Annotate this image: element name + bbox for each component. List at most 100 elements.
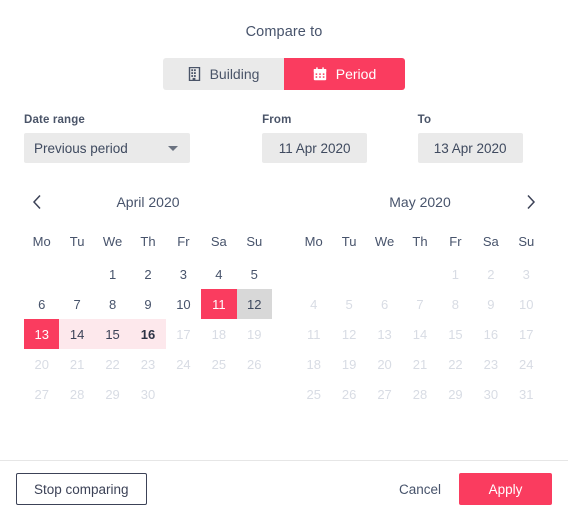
day-cell[interactable]: 9 [130, 289, 165, 319]
weekday-sa: Sa [482, 234, 499, 249]
day-cell[interactable]: 14 [59, 319, 95, 349]
day-cell-number: 30 [483, 386, 499, 402]
day-cell-number: 2 [144, 266, 152, 282]
day-cell-number: 20 [34, 356, 49, 372]
day-cell: 12 [331, 319, 366, 349]
next-month-button[interactable] [518, 189, 544, 215]
weekday-su: Su [246, 234, 263, 249]
day-cell[interactable]: 8 [95, 289, 130, 319]
day-cell-number: 14 [69, 326, 85, 342]
day-cell: 29 [438, 379, 473, 409]
calendar-left-days: 1 2 3 4 5 6 7 8 9 10 11 12 13 14 15 16 17 18 19 20 21 22 23 24 2… [12, 259, 284, 409]
compare-mode-toggle-group: Building Period [0, 58, 568, 90]
calendars: April 2020 Mo Tu We Th Fr Sa Su 1 2 3 4 5 6 7 8 9 10 11 1… [0, 185, 568, 460]
chevron-right-icon [527, 194, 536, 210]
date-range-field: Date range Previous period [24, 114, 262, 163]
building-icon [188, 66, 201, 82]
day-cell: 20 [367, 349, 402, 379]
toggle-option-building-label: Building [209, 66, 260, 82]
day-cell-number: 4 [215, 266, 223, 282]
day-cell: 28 [59, 379, 94, 409]
day-cell: 23 [130, 349, 165, 379]
from-field: From 11 Apr 2020 [262, 114, 418, 163]
day-cell[interactable]: 13 [24, 319, 60, 349]
day-cell-number: 5 [345, 296, 353, 312]
day-cell-number: 26 [247, 356, 262, 372]
day-cell[interactable]: 6 [24, 289, 59, 319]
day-cell[interactable]: 11 [201, 289, 237, 319]
day-cell-number: 17 [519, 326, 534, 342]
day-cell-number: 7 [416, 296, 424, 312]
day-cell-number: 25 [211, 356, 227, 372]
day-cell[interactable]: 16 [130, 319, 166, 349]
day-cell: 9 [473, 289, 508, 319]
date-range-select[interactable]: Previous period [24, 133, 190, 163]
from-input[interactable]: 11 Apr 2020 [262, 133, 368, 163]
weekday-tu: Tu [341, 234, 357, 249]
day-cell: 26 [237, 349, 272, 379]
day-cell: 6 [367, 289, 402, 319]
day-cell: 15 [438, 319, 473, 349]
toggle-option-building[interactable]: Building [163, 58, 284, 90]
page-title: Compare to [245, 24, 323, 40]
stop-comparing-button[interactable]: Stop comparing [16, 473, 147, 505]
to-input[interactable]: 13 Apr 2020 [417, 133, 523, 163]
cancel-button[interactable]: Cancel [381, 473, 459, 505]
day-cell[interactable]: 7 [59, 289, 94, 319]
calendar-left-header: April 2020 [12, 185, 284, 219]
day-cell: 17 [166, 319, 201, 349]
weekday-mo: Mo [32, 234, 51, 249]
day-cell[interactable]: 1 [95, 259, 130, 289]
day-cell: 18 [296, 349, 331, 379]
weekday-we: We [374, 234, 395, 249]
day-cell-number: 25 [306, 386, 321, 402]
calendar-left: April 2020 Mo Tu We Th Fr Sa Su 1 2 3 4 5 6 7 8 9 10 11 1… [12, 185, 284, 460]
day-cell: 16 [473, 319, 508, 349]
filter-fields: Date range Previous period From 11 Apr 2… [0, 114, 568, 163]
day-cell: 24 [166, 349, 201, 379]
day-cell: 17 [509, 319, 544, 349]
day-cell[interactable]: 5 [237, 259, 272, 289]
day-cell-number: 17 [176, 326, 191, 342]
day-cell-number: 20 [377, 356, 392, 372]
day-cell: 2 [473, 259, 508, 289]
apply-button[interactable]: Apply [459, 473, 552, 505]
day-cell-number: 23 [483, 356, 499, 372]
calendar-right: May 2020 Mo Tu We Th Fr Sa Su 1 2 3 4 5 6 7 8 9 10 11 12 1… [284, 185, 556, 460]
day-cell[interactable]: 10 [166, 289, 201, 319]
weekday-we: We [102, 234, 123, 249]
day-cell-number: 6 [38, 296, 46, 312]
day-cell-number: 14 [412, 326, 428, 342]
day-cell: 27 [24, 379, 59, 409]
calendar-icon [313, 67, 327, 81]
day-cell: 20 [24, 349, 59, 379]
day-cell-number: 27 [377, 386, 392, 402]
day-cell-number: 23 [140, 356, 156, 372]
dialog-footer: Stop comparing Cancel Apply [0, 460, 568, 517]
calendar-right-month: May 2020 [389, 194, 451, 210]
day-cell[interactable]: 12 [236, 289, 272, 319]
day-cell-number: 15 [448, 326, 463, 342]
day-cell-number: 8 [108, 296, 117, 312]
day-cell-number: 31 [519, 386, 534, 402]
day-cell[interactable]: 4 [201, 259, 236, 289]
weekday-fr: Fr [449, 234, 462, 249]
day-cell: 7 [402, 289, 437, 319]
day-cell-number: 11 [212, 296, 226, 312]
calendar-right-weekdays: Mo Tu We Th Fr Sa Su [284, 229, 556, 255]
day-cell-number: 2 [487, 266, 495, 282]
toggle-option-period[interactable]: Period [284, 58, 405, 90]
calendar-left-weekdays: Mo Tu We Th Fr Sa Su [12, 229, 284, 255]
day-cell[interactable]: 2 [130, 259, 165, 289]
day-cell-number: 19 [247, 326, 262, 342]
prev-month-button[interactable] [24, 189, 50, 215]
day-cell-number: 10 [519, 296, 534, 312]
day-cell-number: 21 [69, 356, 85, 372]
toggle-option-period-label: Period [335, 66, 377, 82]
day-cell[interactable]: 3 [166, 259, 201, 289]
to-field: To 13 Apr 2020 [417, 114, 544, 163]
to-label: To [417, 114, 432, 126]
day-cell[interactable]: 15 [94, 319, 131, 349]
day-cell: 29 [95, 379, 130, 409]
day-cell-number: 18 [211, 326, 227, 342]
